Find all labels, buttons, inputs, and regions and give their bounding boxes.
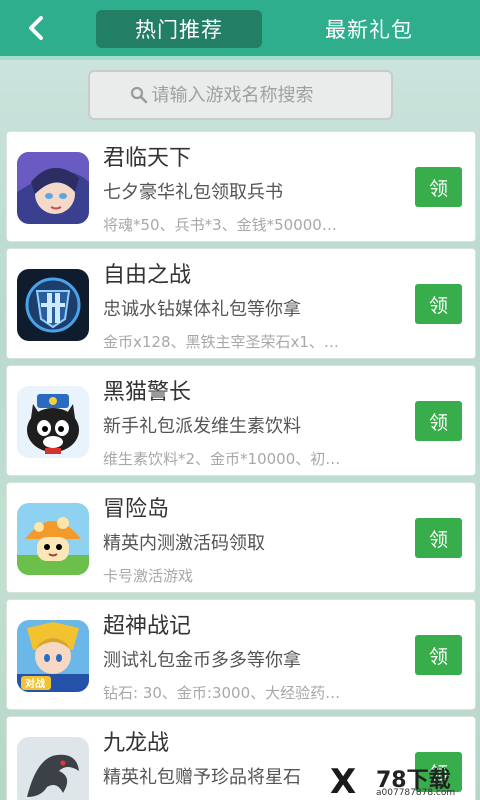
svg-text:对战: 对战 [25,677,45,690]
gift-contents: 卡号激活游戏 [103,567,194,585]
site-watermark: X 78下载 a007787878.com [330,762,480,800]
list-item[interactable]: 黑猫警长 新手礼包派发维生素饮料 维生素饮料*2、金币*10000、初… 领 [6,365,476,476]
gift-title: 新手礼包派发维生素饮料 [103,416,301,437]
chevron-left-icon [29,16,43,40]
game-name: 超神战记 [103,614,192,639]
gift-contents: 维生素饮料*2、金币*10000、初… [103,450,341,468]
watermark-url: a007787878.com [376,788,456,798]
list-item[interactable]: 冒险岛 精英内测激活码领取 卡号激活游戏 领 [6,482,476,593]
gift-title: 测试礼包金币多多等你拿 [103,650,301,671]
claim-button[interactable]: 领 [415,167,462,207]
top-bar: 热门推荐 最新礼包 [0,0,480,60]
gift-title: 忠诚水钻媒体礼包等你拿 [103,299,301,320]
gift-contents: 将魂*50、兵书*3、金钱*50000… [103,216,337,234]
list-item[interactable]: 自由之战 忠诚水钻媒体礼包等你拿 金币x128、黑铁主宰圣荣石x1、… 领 [6,248,476,359]
gift-title: 精英内测激活码领取 [103,533,265,554]
claim-button[interactable]: 领 [415,284,462,324]
gift-title: 七夕豪华礼包领取兵书 [103,182,283,203]
black-cat-icon [17,386,89,458]
search-box[interactable] [88,70,393,120]
game-name: 冒险岛 [103,497,170,522]
claim-button[interactable]: 领 [415,401,462,441]
mushroom-icon [17,503,89,575]
gift-contents: 钻石: 30、金币:3000、大经验药… [103,684,341,702]
shield-emblem-icon [17,269,89,341]
game-name: 九龙战 [103,731,170,756]
search-input[interactable] [151,84,352,106]
list-item[interactable]: 君临天下 七夕豪华礼包领取兵书 将魂*50、兵书*3、金钱*50000… 领 [6,131,476,242]
tab-hot-recommend[interactable]: 热门推荐 [96,10,262,48]
dragon-icon [17,737,89,800]
hero-avatar-icon [17,152,89,224]
list-item[interactable]: 对战 超神战记 测试礼包金币多多等你拿 钻石: 30、金币:3000、大经验药…… [6,599,476,710]
claim-button[interactable]: 领 [415,518,462,558]
claim-button[interactable]: 领 [415,635,462,675]
tab-latest-gifts[interactable]: 最新礼包 [304,10,434,48]
gift-contents: 金币x128、黑铁主宰圣荣石x1、… [103,333,339,351]
game-name: 黑猫警长 [103,380,192,405]
back-button[interactable] [18,10,54,46]
game-name: 君临天下 [103,146,192,171]
game-name: 自由之战 [103,263,192,288]
warrior-icon: 对战 [17,620,89,692]
gift-title: 精英礼包赠予珍品将星石 [103,767,301,788]
watermark-logo-icon: X [330,762,357,800]
search-icon [130,86,147,104]
